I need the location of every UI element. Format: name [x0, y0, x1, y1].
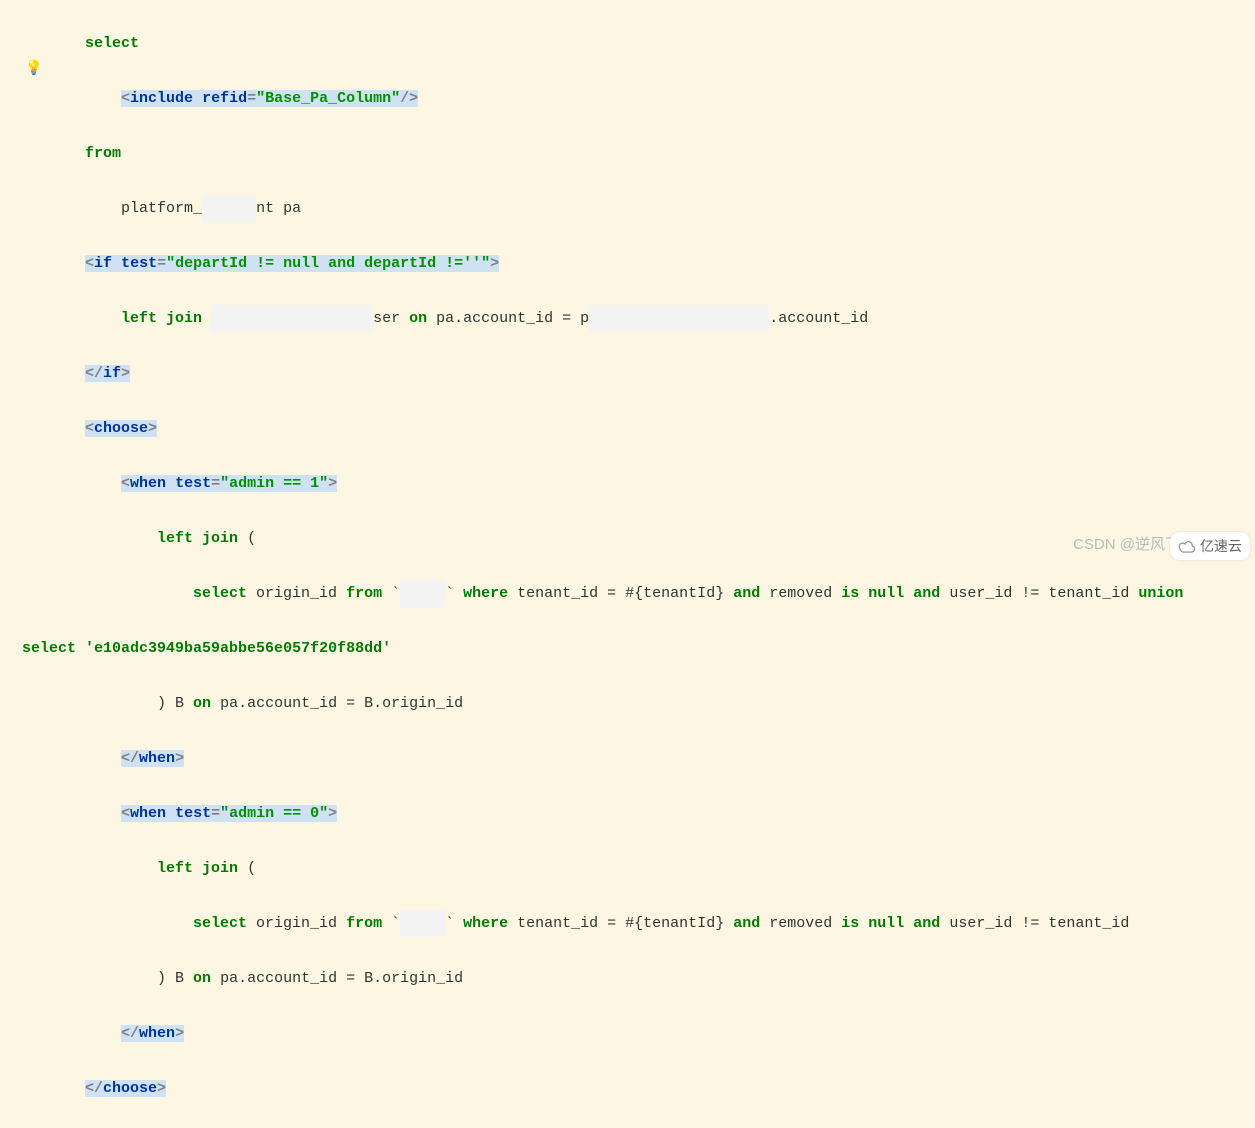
code-line: </when> — [22, 745, 1255, 773]
redacted-text — [589, 305, 769, 333]
string-literal: 'e10adc3949ba59abbe56e057f20f88dd' — [85, 640, 391, 657]
lightbulb-icon[interactable]: 💡 — [25, 60, 42, 77]
code-line: <choose> — [22, 415, 1255, 443]
code-line: ) B on pa.account_id = B.origin_id — [22, 690, 1255, 718]
redacted-text — [400, 910, 445, 938]
code-line: from — [22, 140, 1255, 168]
code-line: select — [22, 30, 1255, 58]
code-line: <when test="admin == 1"> — [22, 470, 1255, 498]
redacted-text — [211, 305, 373, 333]
tag-choose: choose — [94, 420, 148, 437]
redacted-text — [202, 195, 256, 223]
code-line: </choose> — [22, 1075, 1255, 1103]
code-line: <when test="admin == 0"> — [22, 800, 1255, 828]
keyword-select: select — [85, 35, 139, 52]
code-line: left join ( — [22, 855, 1255, 883]
keyword-from: from — [85, 145, 121, 162]
redacted-text — [400, 580, 445, 608]
csdn-watermark: CSDN @逆风飞 — [1073, 533, 1180, 554]
code-line: left join ( — [22, 525, 1255, 553]
code-line: platform_ nt pa — [22, 195, 1255, 223]
code-line: left join ser on pa.account_id = p .acco… — [22, 305, 1255, 333]
tag-if: if — [94, 255, 112, 272]
tag-when: when — [130, 475, 166, 492]
code-line: select origin_id from ` ` where tenant_i… — [22, 910, 1255, 938]
cloud-icon — [1178, 539, 1196, 553]
code-line: </if> — [22, 360, 1255, 388]
tag-include: include — [130, 90, 193, 107]
code-line: select 'e10adc3949ba59abbe56e057f20f88dd… — [22, 635, 1255, 663]
yisu-logo: 亿速云 — [1170, 532, 1250, 560]
code-line: </when> — [22, 1020, 1255, 1048]
code-line: ) B on pa.account_id = B.origin_id — [22, 965, 1255, 993]
code-line: <if test="departId != null and departId … — [22, 250, 1255, 278]
code-editor-content[interactable]: select <include refid="Base_Pa_Column"/>… — [0, 0, 1255, 1128]
logo-text: 亿速云 — [1200, 536, 1242, 556]
code-line: select origin_id from ` ` where tenant_i… — [22, 580, 1255, 608]
tag-when: when — [130, 805, 166, 822]
code-line: <include refid="Base_Pa_Column"/> — [22, 85, 1255, 113]
editor-gutter — [0, 0, 20, 564]
